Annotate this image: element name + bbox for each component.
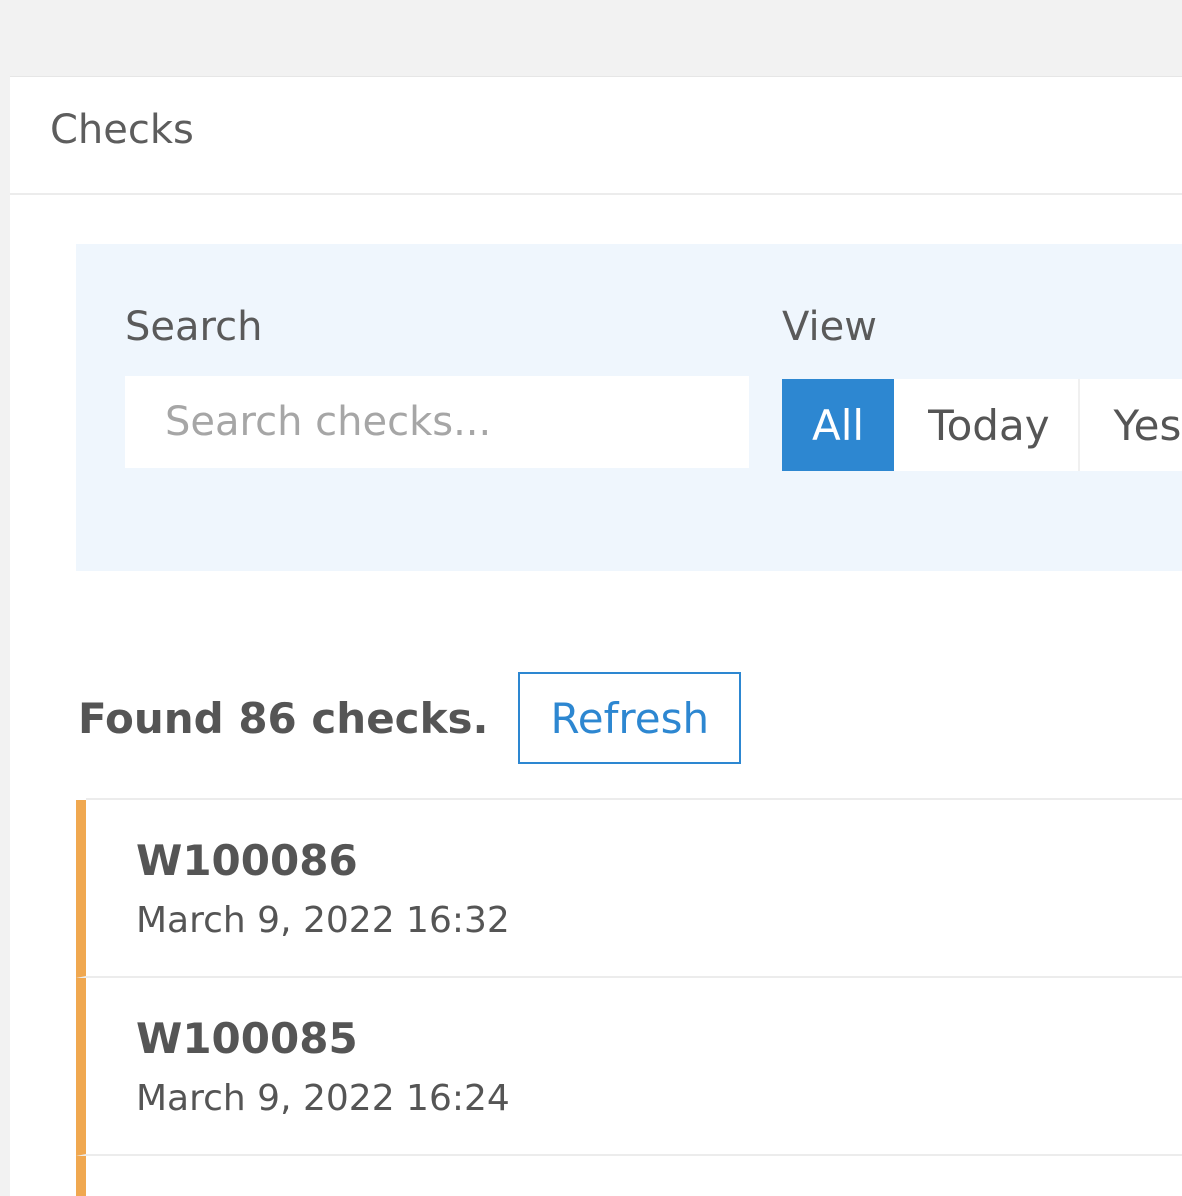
view-all-button[interactable]: All <box>782 379 895 471</box>
filter-box: Search View All Today Yes <box>76 244 1182 571</box>
view-today-button[interactable]: Today <box>894 379 1080 471</box>
list-item[interactable]: W100086 March 9, 2022 16:32 <box>76 800 1182 978</box>
list-item-partial[interactable] <box>76 1156 1182 1196</box>
refresh-button[interactable]: Refresh <box>518 672 742 764</box>
search-label: Search <box>125 304 263 350</box>
list-item[interactable]: W100085 March 9, 2022 16:24 <box>76 978 1182 1156</box>
view-yesterday-button[interactable]: Yes <box>1079 379 1182 471</box>
check-id: W100085 <box>136 1014 358 1063</box>
view-filter-group: All Today Yes <box>782 379 1182 471</box>
results-count: Found 86 checks. <box>78 693 489 743</box>
view-label: View <box>782 304 877 350</box>
panel-content: Search View All Today Yes Found 86 check… <box>10 76 1182 1196</box>
check-date: March 9, 2022 16:32 <box>136 900 510 941</box>
check-date: March 9, 2022 16:24 <box>136 1078 510 1119</box>
results-bar: Found 86 checks. Refresh <box>78 672 742 764</box>
check-id: W100086 <box>136 836 358 885</box>
search-input[interactable] <box>125 376 749 468</box>
checks-list: W100086 March 9, 2022 16:32 W100085 Marc… <box>76 798 1182 1196</box>
